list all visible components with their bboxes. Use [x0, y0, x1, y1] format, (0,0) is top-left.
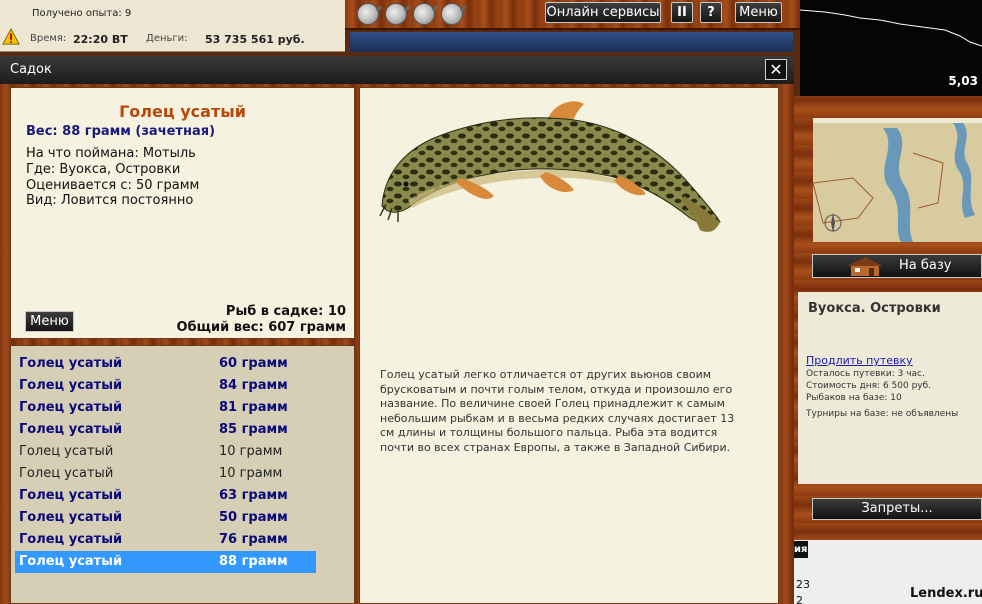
game-scene [350, 32, 793, 52]
map-icon [812, 123, 982, 242]
list-item-name: Голец усатый [19, 554, 123, 569]
to-base-button[interactable]: На базу [812, 254, 982, 278]
list-item-weight: 50 грамм [219, 510, 288, 525]
money-value: 53 735 561 руб. [205, 33, 305, 46]
money-label: Деньги: [146, 33, 188, 44]
fish-bait: На что поймана: Мотыль [26, 146, 196, 161]
status-bar: Получено опыта: 9 Время: 22:20 ВТ Деньги… [0, 0, 345, 52]
pause-button[interactable]: II [671, 2, 693, 23]
list-item-name: Голец усатый [19, 422, 123, 437]
fish-count: Рыб в садке: 10 [225, 304, 346, 319]
list-item-name: Голец усатый [19, 356, 123, 371]
list-item-name: Голец усатый [19, 510, 123, 525]
total-weight: Общий вес: 607 грамм [176, 320, 346, 335]
fish-rated-from: Оценивается с: 50 грамм [26, 178, 200, 193]
main-menu-button[interactable]: Меню [735, 2, 782, 23]
list-item-name: Голец усатый [19, 466, 114, 481]
online-services-button[interactable]: Онлайн сервисы [545, 2, 661, 23]
tournaments: Турниры на базе: не объявлены [806, 409, 959, 419]
list-item-selected[interactable]: Голец усатый 88 грамм [15, 551, 316, 573]
location-title: Вуокса. Островки [808, 301, 941, 316]
list-item-weight: 60 грамм [219, 356, 288, 371]
list-item-weight: 84 грамм [219, 378, 288, 393]
list-item[interactable]: Голец усатый 10 грамм [15, 463, 316, 485]
chat-tab[interactable]: ия [794, 541, 808, 558]
reel-icon[interactable] [441, 3, 463, 25]
license-remaining: Осталось путевки: 3 час. [806, 369, 925, 379]
reel-icon[interactable] [357, 3, 379, 25]
chat-number: 2 [796, 594, 803, 604]
house-icon [847, 257, 883, 276]
time-label: Время: [30, 33, 67, 44]
dialog-title: Садок [10, 62, 52, 77]
list-item-name: Голец усатый [19, 488, 123, 503]
list-item-name: Голец усатый [19, 378, 123, 393]
reel-icon[interactable] [413, 3, 435, 25]
time-value: 22:20 ВТ [73, 33, 128, 46]
list-item[interactable]: Голец усатый 84 грамм [15, 375, 316, 397]
list-item[interactable]: Голец усатый 63 грамм [15, 485, 316, 507]
list-item[interactable]: Голец усатый 81 грамм [15, 397, 316, 419]
close-button[interactable]: ✕ [765, 59, 787, 80]
fish-description: Голец усатый легко отличается от других … [380, 368, 735, 454]
warning-icon [2, 28, 20, 45]
list-item[interactable]: Голец усатый 85 грамм [15, 419, 316, 441]
map-thumbnail[interactable] [812, 118, 982, 242]
list-item-weight: 76 грамм [219, 532, 288, 547]
list-item-weight: 10 грамм [219, 444, 283, 459]
list-item[interactable]: Голец усатый 10 грамм [15, 441, 316, 463]
fish-illustration [379, 101, 721, 232]
bans-button[interactable]: Запреты... [812, 498, 982, 520]
help-button[interactable]: ? [700, 2, 722, 23]
depth-value: 5,03 [948, 74, 978, 88]
experience-text: Получено опыта: 9 [32, 8, 132, 19]
sonar-graph: 5,03 [800, 0, 982, 96]
day-cost: Стоимость дня: 6 500 руб. [806, 381, 932, 391]
watermark: Lendex.ru [910, 586, 982, 601]
fish-kind: Вид: Ловится постоянно [26, 193, 194, 208]
menu-button[interactable]: Меню [25, 311, 74, 332]
list-item-weight: 85 грамм [219, 422, 288, 437]
chat-number: 23 [796, 578, 810, 591]
list-item-name: Голец усатый [19, 400, 123, 415]
reel-icon[interactable] [385, 3, 407, 25]
dialog-titlebar: Садок ✕ [0, 56, 794, 84]
fish-name: Голец усатый [119, 102, 246, 121]
list-item-weight: 88 грамм [219, 554, 288, 569]
extend-license-link[interactable]: Продлить путевку [806, 354, 913, 367]
list-item[interactable]: Голец усатый 76 грамм [15, 529, 316, 551]
list-item-weight: 63 грамм [219, 488, 288, 503]
list-item-name: Голец усатый [19, 532, 123, 547]
list-item-name: Голец усатый [19, 444, 114, 459]
list-item-weight: 10 грамм [219, 466, 283, 481]
to-base-label: На базу [899, 258, 952, 273]
location-info: Вуокса. Островки Продлить путевку Остало… [798, 292, 982, 484]
list-item[interactable]: Голец усатый 50 грамм [15, 507, 316, 529]
fish-info-panel: Голец усатый Вес: 88 грамм (зачетная) На… [10, 87, 355, 339]
fish-list: Голец усатый 60 грамм Голец усатый 84 грам… [10, 345, 355, 604]
fish-weight: Вес: 88 грамм (зачетная) [26, 124, 216, 139]
fish-description-panel: Голец усатый легко отличается от других … [359, 87, 779, 604]
list-item[interactable]: Голец усатый 60 грамм [15, 353, 316, 375]
fish-location: Где: Вуокса, Островки [26, 162, 181, 177]
list-item-weight: 81 грамм [219, 400, 288, 415]
anglers-count: Рыбаков на базе: 10 [806, 393, 902, 403]
